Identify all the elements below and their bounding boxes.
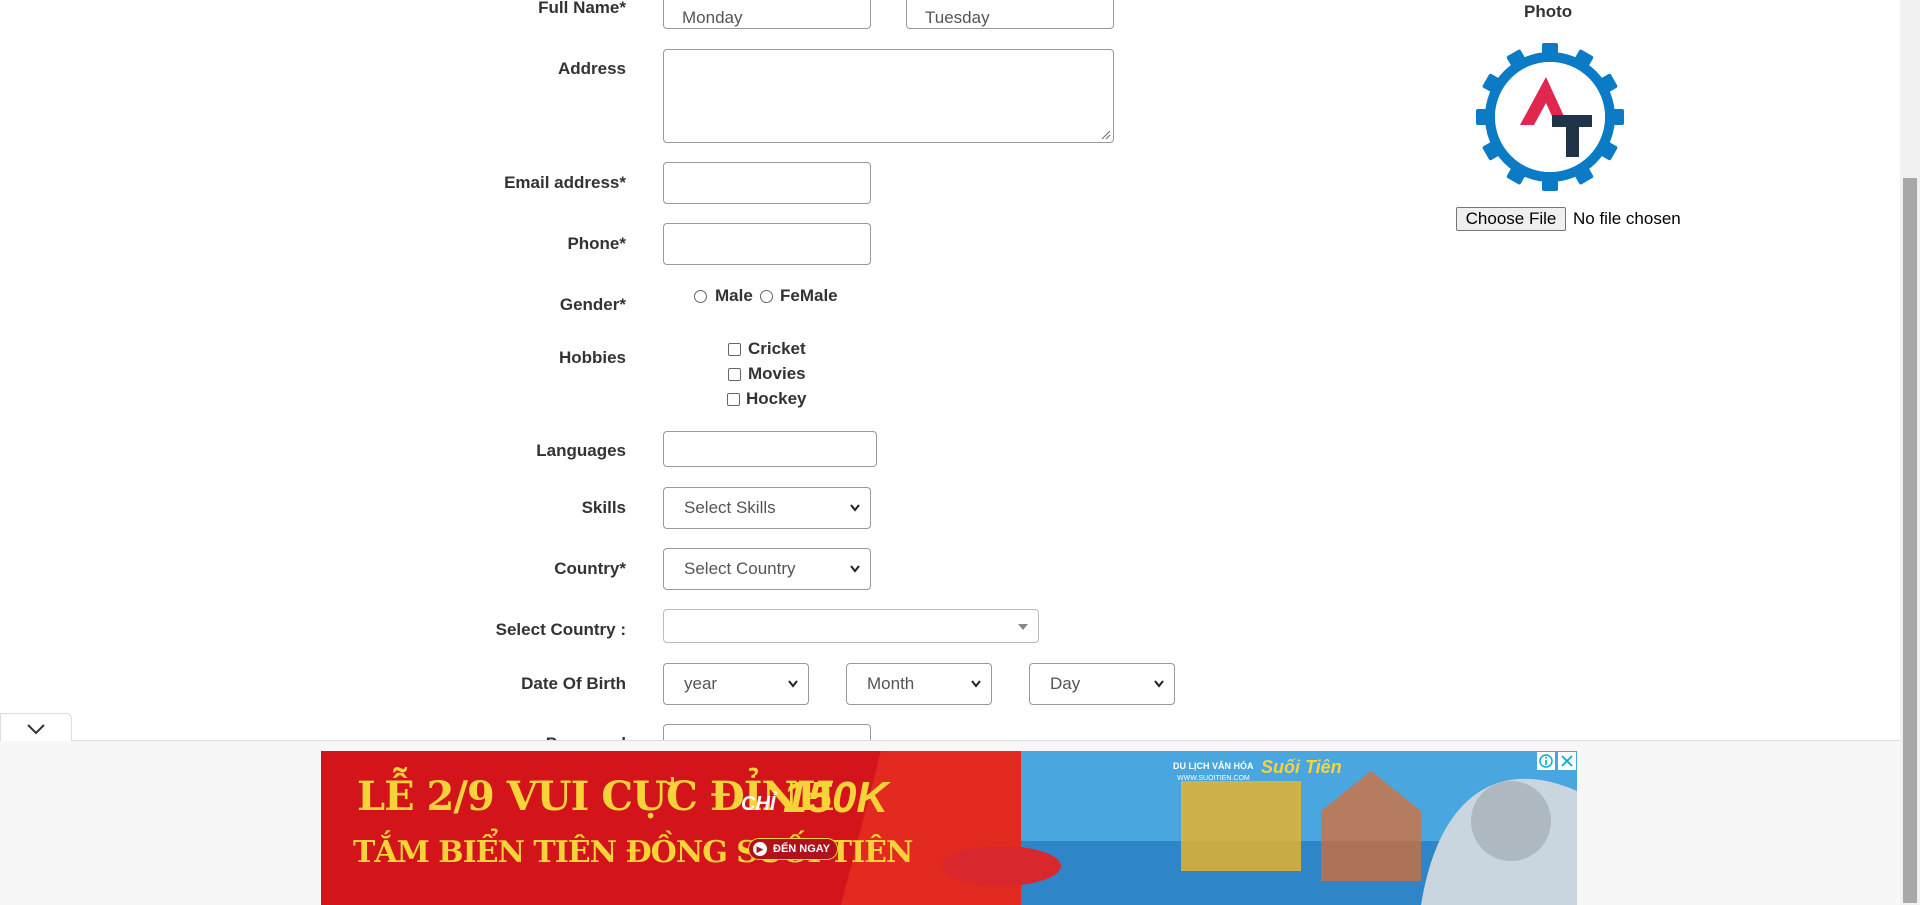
dob-month-value: Month	[867, 674, 915, 693]
gender-label: Gender*	[559, 295, 626, 314]
country-label: Country*	[554, 559, 626, 578]
hobby-hockey-checkbox[interactable]	[727, 393, 740, 406]
ad-brand-name: Suối Tiên	[1261, 757, 1342, 777]
resize-handle-icon[interactable]	[1101, 130, 1111, 140]
phone-input[interactable]	[663, 223, 871, 265]
ad-cta-button[interactable]: ▶ ĐẾN NGAY	[748, 838, 838, 860]
address-textarea[interactable]	[663, 49, 1114, 143]
languages-label: Languages	[536, 441, 626, 460]
gender-male-label[interactable]: Male	[715, 286, 753, 306]
hobbies-label: Hobbies	[558, 348, 626, 367]
hobby-cricket-checkbox[interactable]	[728, 343, 741, 356]
first-name-input[interactable]: Monday	[663, 0, 871, 29]
ad-brand-small: DU LỊCH VĂN HÓA	[1173, 761, 1254, 771]
phone-label: Phone*	[567, 234, 626, 253]
address-label: Address	[557, 59, 626, 78]
ad-cta-label: ĐẾN NGAY	[773, 843, 831, 855]
hobby-movies-label[interactable]: Movies	[748, 364, 806, 384]
dob-year-value: year	[684, 674, 718, 693]
last-name-input[interactable]: Tuesday	[906, 0, 1114, 29]
choose-file-button[interactable]: Choose File	[1456, 207, 1566, 231]
chevron-down-icon	[850, 565, 860, 573]
gender-female-label[interactable]: FeMale	[780, 286, 838, 306]
ad-brand-url: WWW.SUOITIEN.COM	[1177, 775, 1250, 782]
dob-label: Date Of Birth	[521, 674, 626, 693]
ad-price-prefix: CHỈ	[741, 793, 776, 815]
country-select-value: Select Country	[684, 559, 796, 578]
chevron-down-icon	[971, 680, 981, 688]
select-country-combobox[interactable]	[663, 609, 1039, 643]
skills-label: Skills	[581, 498, 626, 517]
gear-logo-icon	[1476, 43, 1624, 191]
ad-price: 150K	[783, 773, 889, 822]
languages-input[interactable]	[663, 431, 877, 467]
hobby-movies-checkbox[interactable]	[728, 368, 741, 381]
full-name-label: Full Name*	[538, 0, 626, 17]
photo-label: Photo	[1524, 2, 1573, 21]
country-select[interactable]: Select Country	[663, 548, 871, 590]
gender-male-radio[interactable]	[694, 290, 707, 303]
caret-down-icon	[1018, 624, 1028, 630]
chevron-down-icon	[850, 504, 860, 512]
skills-select-value: Select Skills	[684, 498, 776, 517]
email-label: Email address*	[504, 173, 626, 192]
ad-close-icon[interactable]	[1558, 752, 1576, 770]
chevron-down-icon	[27, 724, 45, 735]
chevron-down-icon	[788, 680, 798, 688]
ad-banner[interactable]: LỄ 2/9 VUI CỰC ĐỈNH CHỈ 150K TẮM BIỂN TI…	[321, 751, 1577, 905]
dob-year-select[interactable]: year	[663, 663, 809, 705]
file-status-text: No file chosen	[1573, 209, 1681, 228]
dob-month-select[interactable]: Month	[846, 663, 992, 705]
registration-page: Full Name* Monday Tuesday Address Email …	[0, 0, 1920, 905]
email-input[interactable]	[663, 162, 871, 204]
dob-day-select[interactable]: Day	[1029, 663, 1175, 705]
hobby-cricket-label[interactable]: Cricket	[748, 339, 806, 359]
ad-info-icon[interactable]	[1537, 752, 1555, 770]
gender-female-radio[interactable]	[760, 290, 773, 303]
dob-day-value: Day	[1050, 674, 1081, 693]
skills-select[interactable]: Select Skills	[663, 487, 871, 529]
select-country-label: Select Country :	[495, 620, 626, 639]
scrollbar-thumb[interactable]	[1903, 178, 1917, 903]
ad-collapse-tab[interactable]	[0, 713, 72, 741]
hobby-hockey-label[interactable]: Hockey	[746, 389, 806, 409]
chevron-down-icon	[1154, 680, 1164, 688]
play-icon: ▶	[753, 842, 767, 856]
